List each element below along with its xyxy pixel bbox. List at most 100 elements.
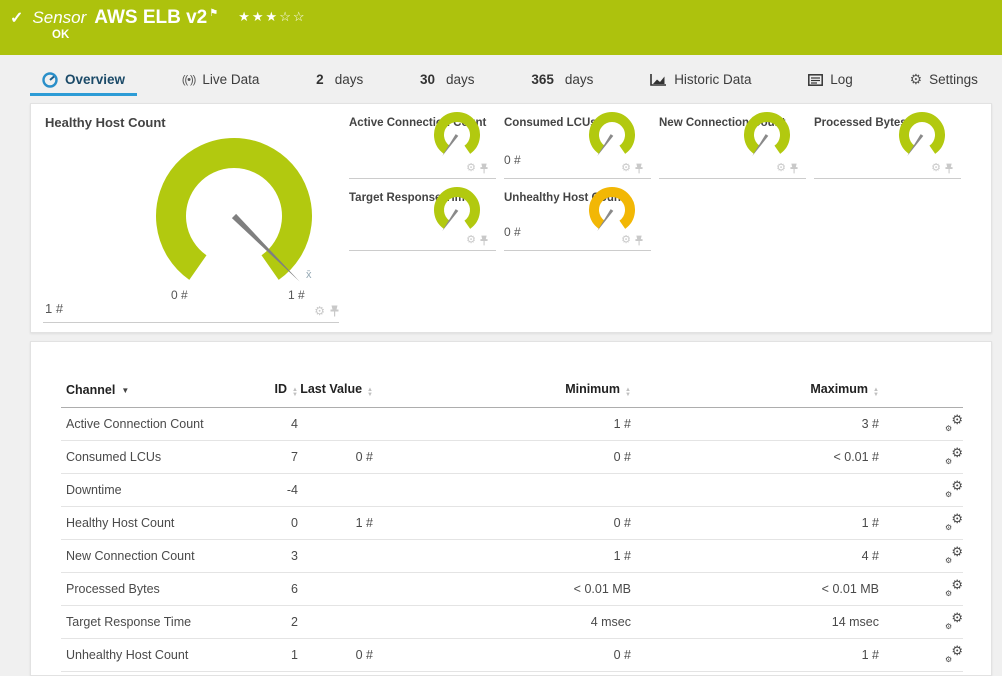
- tab-label: days: [334, 72, 364, 87]
- channel-name[interactable]: Healthy Host Count: [61, 506, 246, 540]
- tab-log[interactable]: Log: [796, 66, 865, 96]
- tab-number: 30: [420, 72, 436, 87]
- stars-filled: ★★★: [238, 9, 280, 24]
- channel-name[interactable]: Processed Bytes: [61, 572, 246, 606]
- pin-icon[interactable]: [480, 235, 488, 246]
- channel-name[interactable]: Active Connection Count: [61, 407, 246, 441]
- gauge-title: Processed Bytes: [814, 117, 907, 129]
- column-header-last-value[interactable]: Last Value ▲ ▼: [298, 382, 373, 408]
- pin-icon[interactable]: [330, 305, 339, 317]
- pin-icon[interactable]: [790, 163, 798, 174]
- sensor-title-line: ✓ Sensor AWS ELB v2 ⚑ ★★★☆☆: [10, 7, 307, 29]
- edit-channel-icon[interactable]: ⚙ ⚙: [945, 544, 963, 565]
- channel-name[interactable]: Unhealthy Host Count: [61, 638, 246, 672]
- gear-icon[interactable]: ⚙: [466, 163, 476, 174]
- channel-minimum: 4 msec: [373, 605, 631, 639]
- gauge-arc: [156, 138, 312, 280]
- edit-channel-icon[interactable]: ⚙ ⚙: [945, 478, 963, 499]
- column-header-maximum[interactable]: Maximum ▲ ▼: [631, 382, 879, 408]
- edit-channel-icon[interactable]: ⚙ ⚙: [945, 577, 963, 598]
- gauge-dial: [434, 187, 480, 232]
- channel-minimum: 0 #: [373, 506, 631, 540]
- gauges-overview-panel: Healthy Host Count 0 # 1 # x̄ 1 # ⚙ Acti…: [30, 103, 992, 333]
- column-header-channel[interactable]: Channel ▼: [61, 382, 246, 408]
- channel-last-value: 0 #: [298, 440, 373, 474]
- edit-channel-icon[interactable]: ⚙ ⚙: [945, 412, 963, 433]
- live-data-icon: ((•)): [181, 73, 196, 86]
- gauge-panel-target-response-time: Target Response Time ⚙: [349, 179, 496, 251]
- gauge-dial: [589, 112, 635, 157]
- tab-30-days[interactable]: 30 days: [408, 66, 487, 96]
- gear-icon[interactable]: ⚙: [776, 163, 786, 174]
- channel-last-value: [298, 539, 373, 573]
- channel-minimum: 0 #: [373, 440, 631, 474]
- tab-historic-data[interactable]: Historic Data: [638, 66, 763, 96]
- channel-name[interactable]: Consumed LCUs: [61, 440, 246, 474]
- channel-name[interactable]: Target Response Time: [61, 605, 246, 639]
- channel-id: 0: [246, 506, 298, 540]
- gauge-arc: [899, 112, 945, 154]
- gauge-scale-max: 1 #: [288, 288, 305, 302]
- gear-icon[interactable]: ⚙: [314, 305, 325, 317]
- gauge-arc: [589, 112, 635, 154]
- channel-table: Channel ▼ ID ▲ ▼ Last Value ▲ ▼ Minimum ▲ ▼ Max…: [61, 382, 963, 672]
- gauge-average-marker: x̄: [306, 269, 312, 281]
- gear-icon[interactable]: ⚙: [466, 235, 476, 246]
- tab-live-data[interactable]: ((•)) Live Data: [170, 66, 272, 96]
- priority-stars[interactable]: ★★★☆☆: [238, 9, 306, 25]
- channel-name[interactable]: New Connection Count: [61, 539, 246, 573]
- tab-label: Overview: [65, 72, 126, 87]
- channel-minimum: 1 #: [373, 407, 631, 441]
- channel-last-value: [298, 407, 373, 441]
- column-header-id[interactable]: ID ▲ ▼: [246, 382, 298, 408]
- ok-check-icon: ✓: [10, 10, 24, 27]
- sensor-name: AWS ELB v2: [94, 7, 208, 28]
- channel-maximum: 1 #: [631, 638, 879, 672]
- channel-id: 7: [246, 440, 298, 474]
- channel-maximum: < 0.01 #: [631, 440, 879, 474]
- gauge-current-value: 0 #: [504, 225, 521, 239]
- table-row: Active Connection Count 4 1 # 3 # ⚙ ⚙: [61, 407, 963, 441]
- pin-icon[interactable]: [635, 163, 643, 174]
- pin-icon[interactable]: [480, 163, 488, 174]
- gauge-current-value: 0 #: [504, 153, 521, 167]
- channel-last-value: [298, 572, 373, 606]
- gauge-dial: [744, 112, 790, 157]
- table-header-row: Channel ▼ ID ▲ ▼ Last Value ▲ ▼ Minimum ▲ ▼ Max…: [61, 382, 963, 408]
- gauge-scale-min: 0 #: [171, 288, 188, 302]
- edit-channel-icon[interactable]: ⚙ ⚙: [945, 445, 963, 466]
- edit-channel-icon[interactable]: ⚙ ⚙: [945, 610, 963, 631]
- channel-name[interactable]: Downtime: [61, 473, 246, 507]
- edit-channel-icon[interactable]: ⚙ ⚙: [945, 511, 963, 532]
- gauge-panel-consumed-lcus: Consumed LCUs 0 # ⚙: [504, 104, 651, 179]
- column-header-minimum[interactable]: Minimum ▲ ▼: [373, 382, 631, 408]
- tab-label: Historic Data: [674, 72, 752, 87]
- historic-chart-icon: [650, 73, 667, 86]
- channel-table-panel: Channel ▼ ID ▲ ▼ Last Value ▲ ▼ Minimum ▲ ▼ Max…: [30, 341, 992, 676]
- pin-icon[interactable]: [635, 235, 643, 246]
- sensor-status-header: ✓ Sensor AWS ELB v2 ⚑ ★★★☆☆ OK: [0, 0, 1002, 55]
- channel-last-value: [298, 473, 373, 507]
- table-row: Consumed LCUs 7 0 # 0 # < 0.01 # ⚙ ⚙: [61, 440, 963, 474]
- channel-last-value: 0 #: [298, 638, 373, 672]
- channel-maximum: 14 msec: [631, 605, 879, 639]
- tab-number: 365: [531, 72, 554, 87]
- gauge-arc: [434, 112, 480, 154]
- gear-icon[interactable]: ⚙: [621, 163, 631, 174]
- edit-channel-icon[interactable]: ⚙ ⚙: [945, 643, 963, 664]
- table-row: Unhealthy Host Count 1 0 # 0 # 1 # ⚙ ⚙: [61, 638, 963, 672]
- channel-last-value: 1 #: [298, 506, 373, 540]
- table-row: Healthy Host Count 0 1 # 0 # 1 # ⚙ ⚙: [61, 506, 963, 540]
- flag-icon[interactable]: ⚑: [209, 8, 218, 19]
- column-header-actions: [879, 382, 963, 408]
- tab-365-days[interactable]: 365 days: [519, 66, 605, 96]
- channel-maximum: 1 #: [631, 506, 879, 540]
- tab-overview[interactable]: Overview: [30, 66, 138, 96]
- gear-icon[interactable]: ⚙: [621, 235, 631, 246]
- tab-settings[interactable]: ⚙ Settings: [898, 66, 990, 96]
- tab-2-days[interactable]: 2 days: [304, 66, 375, 96]
- log-icon: [808, 73, 824, 86]
- gear-icon[interactable]: ⚙: [931, 163, 941, 174]
- table-row: Downtime -4 ⚙ ⚙: [61, 473, 963, 507]
- pin-icon[interactable]: [945, 163, 953, 174]
